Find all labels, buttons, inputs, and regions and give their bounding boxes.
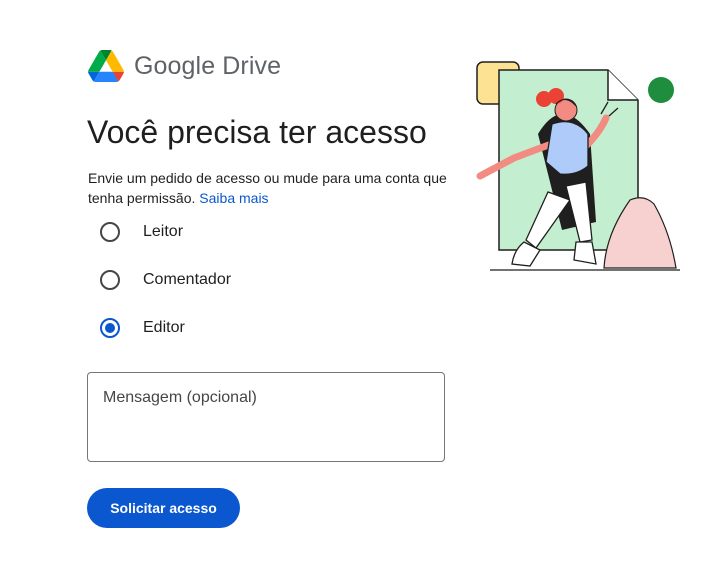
message-field[interactable]	[87, 372, 445, 462]
learn-more-link[interactable]: Saiba mais	[199, 190, 268, 206]
radio-unchecked-icon[interactable]	[100, 222, 120, 242]
logo-area: Google Drive	[88, 46, 281, 86]
role-option-label: Leitor	[143, 223, 184, 240]
request-access-button[interactable]: Solicitar acesso	[87, 488, 240, 528]
role-option-leitor[interactable]: Leitor	[100, 220, 183, 244]
page-description: Envie um pedido de acesso ou mude para u…	[88, 168, 448, 208]
google-drive-logo-icon	[88, 50, 124, 82]
radio-unchecked-icon[interactable]	[100, 270, 120, 290]
role-option-editor[interactable]: Editor	[100, 316, 185, 340]
brand-name: Google Drive	[134, 51, 282, 80]
access-illustration	[476, 61, 680, 271]
role-option-label: Editor	[143, 319, 185, 336]
radio-checked-icon[interactable]	[100, 318, 120, 338]
role-option-comentador[interactable]: Comentador	[100, 268, 231, 292]
role-option-label: Comentador	[143, 271, 232, 288]
page-title: Você precisa ter acesso	[87, 114, 427, 150]
